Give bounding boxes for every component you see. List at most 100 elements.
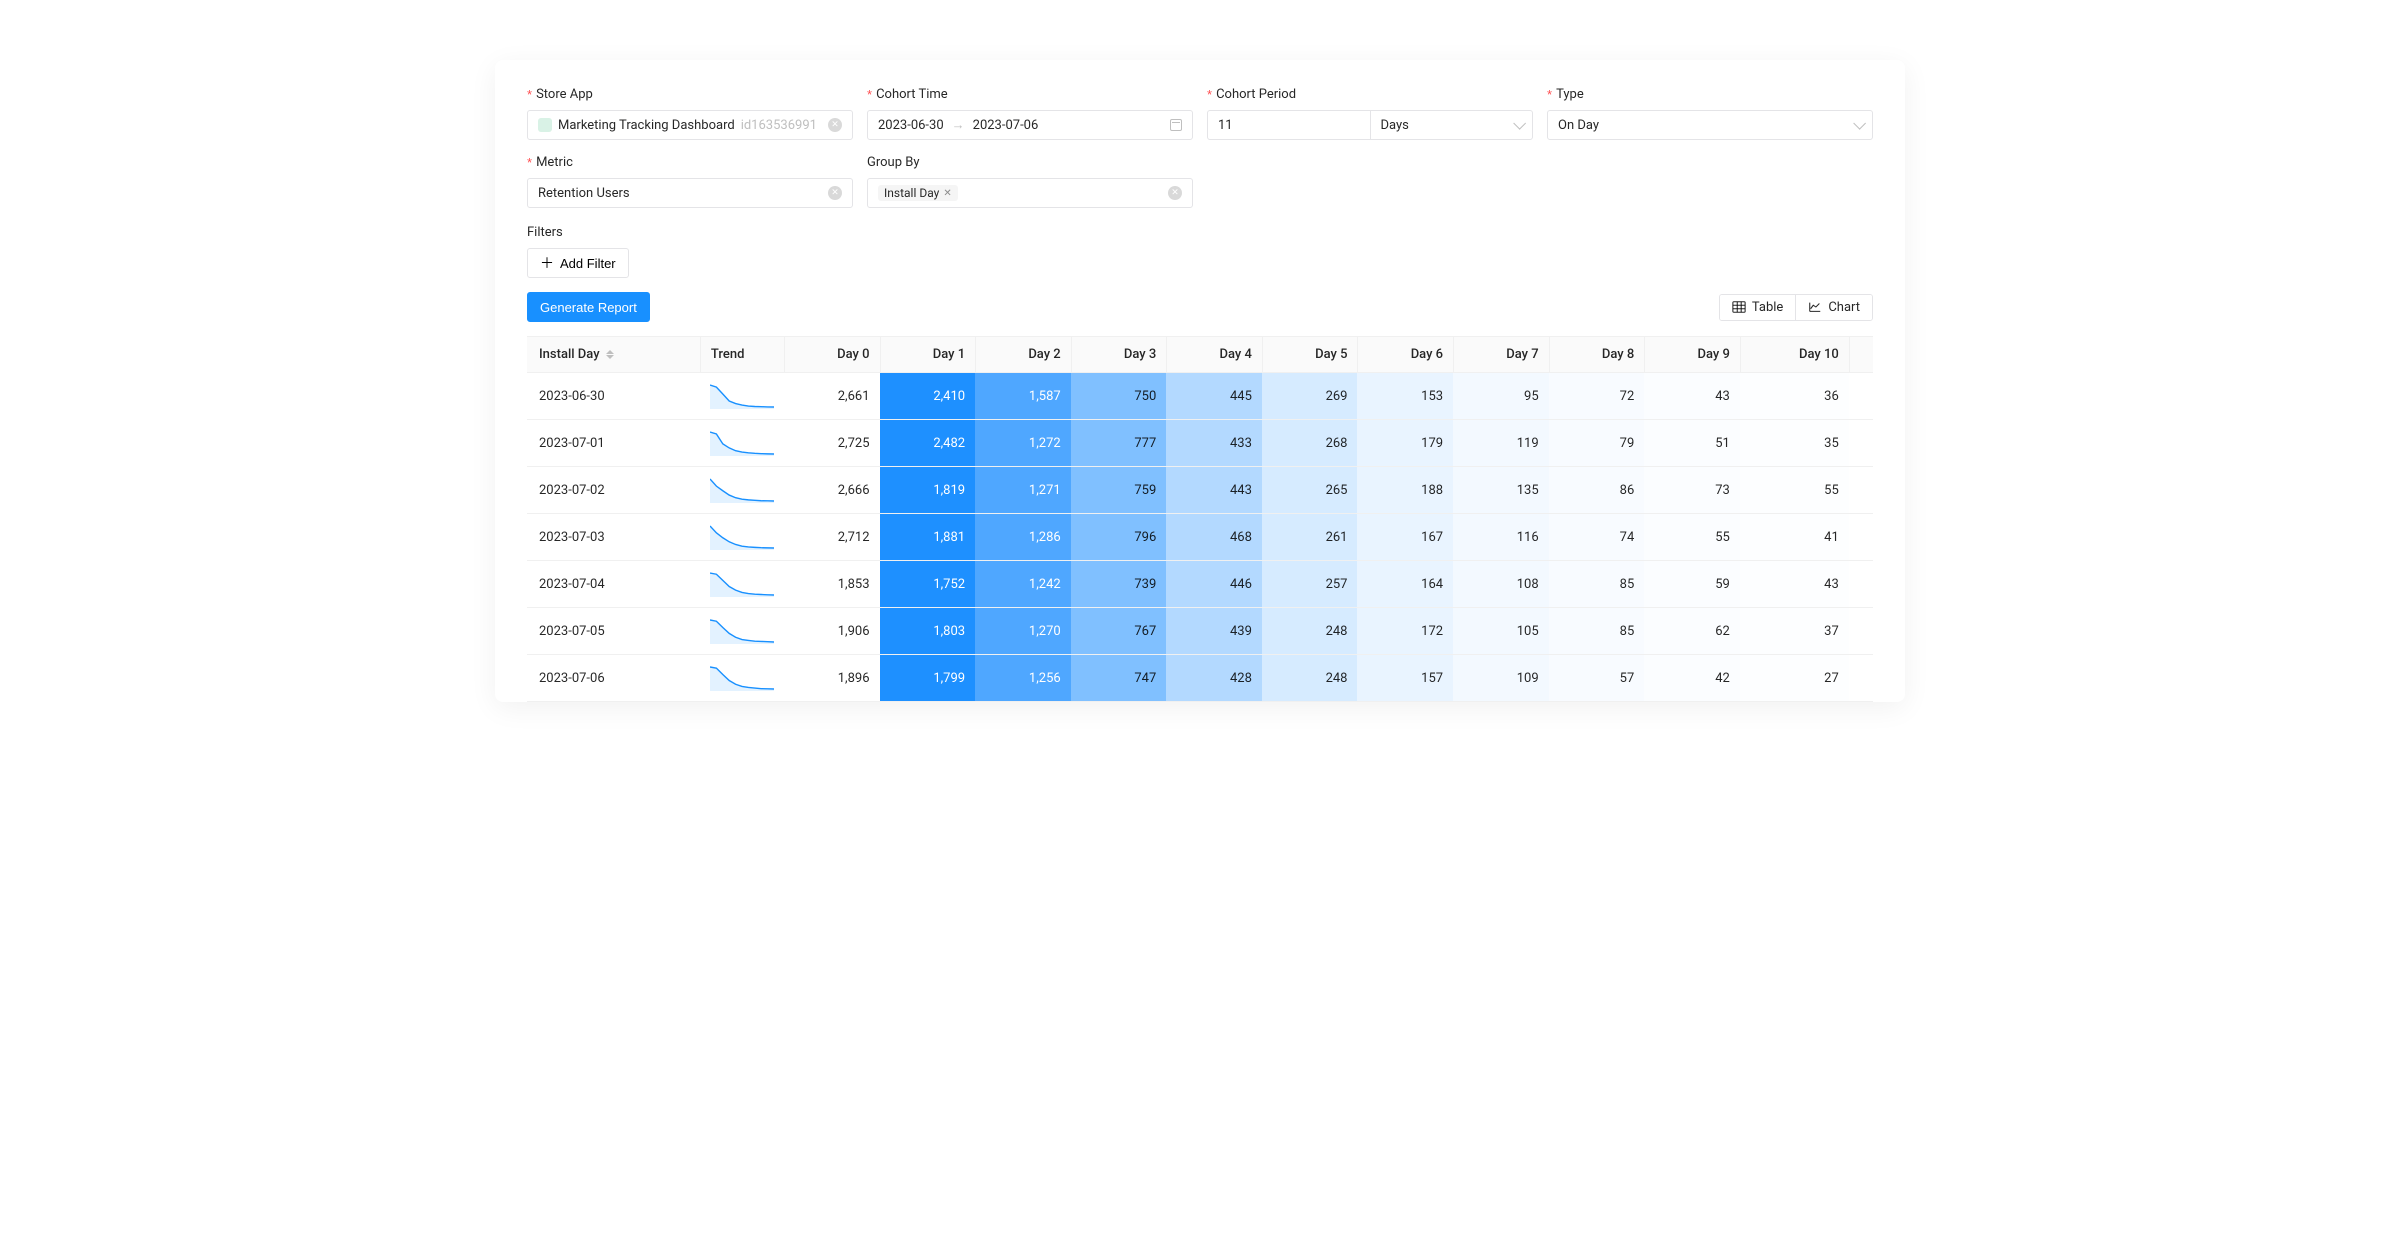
value-cell: 248 (1262, 655, 1358, 702)
value-cell: 41 (1740, 514, 1849, 561)
value-cell: 105 (1453, 608, 1549, 655)
cohort-table: Install DayTrendDay 0Day 1Day 2Day 3Day … (527, 336, 1873, 702)
tag-remove-icon[interactable]: ✕ (943, 188, 951, 199)
clear-icon[interactable]: ✕ (828, 186, 842, 200)
view-toggle-chart[interactable]: Chart (1795, 295, 1872, 320)
value-cell: 72 (1549, 373, 1645, 420)
trend-sparkline (710, 524, 774, 550)
column-header[interactable]: Day 0 (784, 336, 880, 373)
trend-sparkline (710, 571, 774, 597)
value-cell: 2,712 (784, 514, 880, 561)
metric-select[interactable]: Retention Users ✕ (527, 178, 853, 208)
value-cell: 1,803 (880, 608, 976, 655)
value-cell: 468 (1166, 514, 1262, 561)
trend-cell (700, 655, 784, 702)
value-cell: 43 (1740, 561, 1849, 608)
value-cell: 119 (1453, 420, 1549, 467)
value-cell: 759 (1071, 467, 1167, 514)
value-cell: 43 (1644, 373, 1740, 420)
column-header[interactable]: Install Day (527, 336, 700, 373)
value-cell: 85 (1549, 561, 1645, 608)
value-cell: 1,242 (975, 561, 1071, 608)
value-cell: 86 (1549, 467, 1645, 514)
value-cell: 2,661 (784, 373, 880, 420)
value-cell: 2,725 (784, 420, 880, 467)
value-cell: 1,896 (784, 655, 880, 702)
value-cell: 1,286 (975, 514, 1071, 561)
table-row: 2023-06-30 2,6612,4101,58775044526915395… (527, 373, 1873, 420)
column-header[interactable]: Trend (700, 336, 784, 373)
store-app-input[interactable]: Marketing Tracking Dashboard id163536991… (527, 110, 853, 140)
value-cell: 179 (1357, 420, 1453, 467)
value-cell: 446 (1166, 561, 1262, 608)
clear-icon[interactable]: ✕ (1168, 186, 1182, 200)
column-header[interactable]: Day 10 (1740, 336, 1849, 373)
trend-sparkline (710, 665, 774, 691)
value-cell: 51 (1644, 420, 1740, 467)
value-cell: 433 (1166, 420, 1262, 467)
column-header[interactable]: Day 8 (1549, 336, 1645, 373)
column-header[interactable]: Day 1 (880, 336, 976, 373)
type-field: *Type On Day (1547, 84, 1873, 140)
value-cell: 767 (1071, 608, 1167, 655)
trend-cell (700, 420, 784, 467)
value-cell: 428 (1166, 655, 1262, 702)
value-cell: 153 (1357, 373, 1453, 420)
value-cell: 57 (1549, 655, 1645, 702)
value-cell: 116 (1453, 514, 1549, 561)
value-cell: 1,799 (880, 655, 976, 702)
install-day-cell: 2023-06-30 (527, 373, 700, 420)
value-cell: 85 (1549, 608, 1645, 655)
view-toggle-table[interactable]: Table (1720, 295, 1795, 320)
install-day-cell: 2023-07-06 (527, 655, 700, 702)
value-cell: 1,906 (784, 608, 880, 655)
column-header[interactable]: Day 2 (975, 336, 1071, 373)
group-by-select[interactable]: Install Day ✕ ✕ (867, 178, 1193, 208)
value-cell: 739 (1071, 561, 1167, 608)
store-app-field: *Store App Marketing Tracking Dashboard … (527, 84, 853, 140)
value-cell: 79 (1549, 420, 1645, 467)
value-cell: 167 (1357, 514, 1453, 561)
type-select[interactable]: On Day (1547, 110, 1873, 140)
value-cell: 439 (1166, 608, 1262, 655)
clear-icon[interactable]: ✕ (828, 118, 842, 132)
value-cell: 443 (1166, 467, 1262, 514)
value-cell: 108 (1453, 561, 1549, 608)
column-header[interactable]: Day 4 (1166, 336, 1262, 373)
table-row: 2023-07-06 1,8961,7991,25674742824815710… (527, 655, 1873, 702)
value-cell: 55 (1644, 514, 1740, 561)
add-filter-button[interactable]: ＋ Add Filter (527, 248, 629, 278)
install-day-cell: 2023-07-01 (527, 420, 700, 467)
sort-icon[interactable] (606, 350, 614, 359)
value-cell: 59 (1644, 561, 1740, 608)
column-header[interactable]: Day 9 (1644, 336, 1740, 373)
trend-cell (700, 561, 784, 608)
install-day-cell: 2023-07-03 (527, 514, 700, 561)
group-by-tag[interactable]: Install Day ✕ (878, 185, 958, 201)
value-cell: 73 (1644, 467, 1740, 514)
table-row: 2023-07-05 1,9061,8031,27076743924817210… (527, 608, 1873, 655)
value-cell: 157 (1357, 655, 1453, 702)
value-cell: 268 (1262, 420, 1358, 467)
value-cell: 750 (1071, 373, 1167, 420)
cohort-time-field: *Cohort Time 2023-06-30 → 2023-07-06 (867, 84, 1193, 140)
column-header[interactable]: Day 3 (1071, 336, 1167, 373)
cohort-period-unit-select[interactable]: Days (1370, 110, 1534, 140)
value-cell: 261 (1262, 514, 1358, 561)
trend-cell (700, 467, 784, 514)
value-cell: 257 (1262, 561, 1358, 608)
value-cell: 109 (1453, 655, 1549, 702)
cohort-period-count-input[interactable]: 11 (1207, 110, 1370, 140)
value-cell: 188 (1357, 467, 1453, 514)
table-row: 2023-07-04 1,8531,7521,24273944625716410… (527, 561, 1873, 608)
column-header[interactable]: Day 5 (1262, 336, 1358, 373)
value-cell: 95 (1453, 373, 1549, 420)
value-cell: 265 (1262, 467, 1358, 514)
column-header[interactable]: Day 7 (1453, 336, 1549, 373)
value-cell: 74 (1549, 514, 1645, 561)
value-cell: 248 (1262, 608, 1358, 655)
generate-report-button[interactable]: Generate Report (527, 292, 650, 322)
value-cell: 62 (1644, 608, 1740, 655)
cohort-time-input[interactable]: 2023-06-30 → 2023-07-06 (867, 110, 1193, 140)
column-header[interactable]: Day 6 (1357, 336, 1453, 373)
